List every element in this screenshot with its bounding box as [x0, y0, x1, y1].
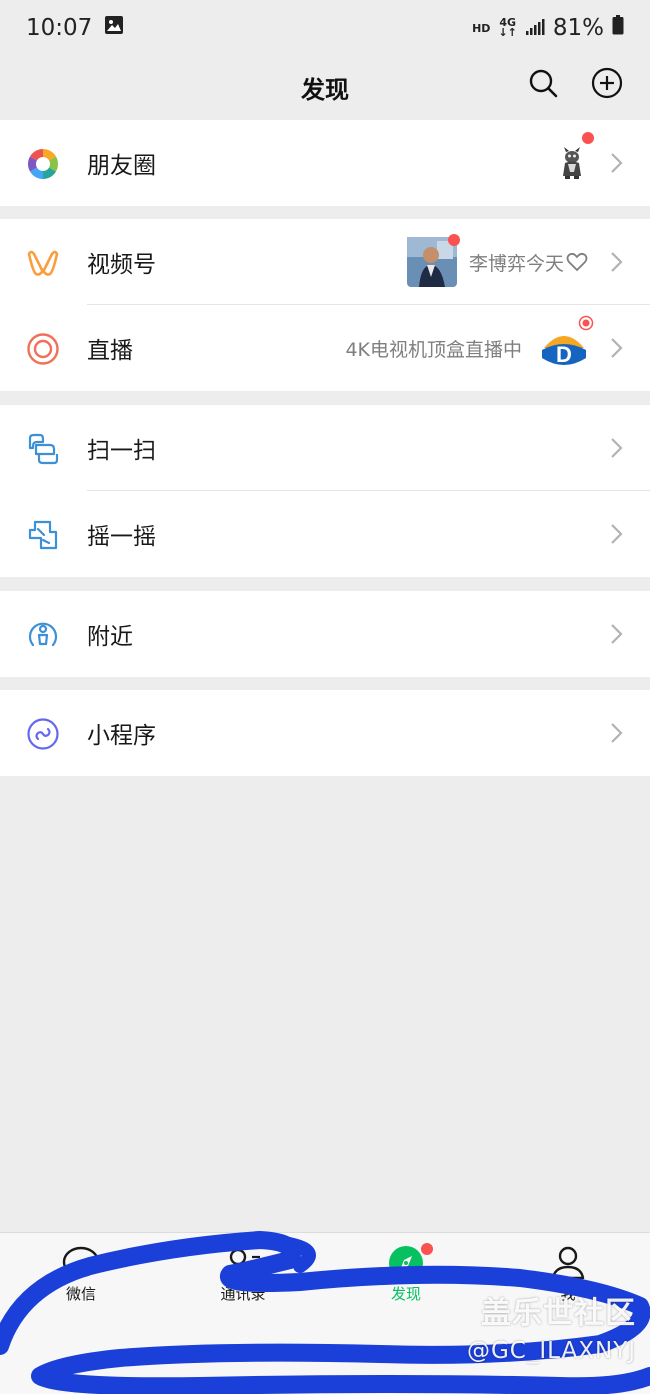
group-moments: 朋友圈: [0, 120, 650, 206]
person-icon: [551, 1246, 585, 1280]
live-subtitle: 4K电视机顶盒直播中: [345, 338, 522, 361]
scan-label: 扫一扫: [87, 438, 156, 464]
group-media: 视频号 李博弈今天 直播 4K电视机顶盒直播中 D: [0, 219, 650, 391]
chevron-right-icon: [611, 723, 623, 743]
watermark-title: 盖乐世社区: [481, 1296, 636, 1331]
tab-label: 微信: [65, 1285, 96, 1303]
group-nearby: 附近: [0, 591, 650, 677]
contacts-icon: [224, 1248, 260, 1278]
channels-subtitle: 李博弈今天: [468, 252, 564, 275]
live-indicator-icon: [578, 315, 594, 331]
menu-item-channels[interactable]: 视频号 李博弈今天: [0, 219, 650, 305]
plus-circle-icon: [591, 67, 623, 99]
search-button[interactable]: [526, 66, 560, 100]
moments-label: 朋友圈: [87, 153, 156, 179]
watermark-handle: @GC_ILAXNYJ: [466, 1338, 636, 1364]
tab-label: 发现: [390, 1285, 421, 1303]
menu-item-mini-programs[interactable]: 小程序: [0, 690, 650, 776]
mini-program-icon: [27, 718, 59, 750]
hd-indicator: HD: [472, 21, 491, 35]
gallery-icon: [104, 15, 124, 41]
nearby-label: 附近: [87, 624, 133, 650]
tab-contacts[interactable]: 通讯录: [183, 1245, 303, 1304]
live-icon: [27, 333, 59, 365]
moments-preview: [556, 146, 588, 180]
header-actions: [526, 66, 624, 100]
status-bar: 10:07 HD 4G ↓↑ 81%: [0, 0, 650, 56]
battery-icon: [612, 15, 624, 41]
channels-preview: 李博弈今天: [406, 237, 588, 287]
search-icon: [529, 69, 558, 98]
moments-badge: [582, 132, 594, 144]
watermark: 盖乐世社区 @GC_ILAXNYJ: [467, 1288, 636, 1364]
tab-label: 通讯录: [220, 1285, 266, 1303]
network-indicator: 4G ↓↑: [498, 16, 517, 39]
chevron-right-icon: [611, 153, 623, 173]
group-mini-programs: 小程序: [0, 690, 650, 776]
shake-icon: [28, 520, 58, 550]
network-type: 4G: [499, 16, 516, 29]
mini-programs-label: 小程序: [87, 723, 156, 749]
status-time: 10:07: [26, 15, 93, 41]
chevron-right-icon: [611, 338, 623, 358]
chevron-right-icon: [611, 624, 623, 644]
discover-tab-badge: [421, 1243, 433, 1255]
top-bar: 发现: [0, 56, 650, 118]
battery-percent: 81%: [552, 15, 604, 41]
menu-item-shake[interactable]: 摇一摇: [0, 491, 650, 577]
signal-icon: [525, 15, 545, 41]
live-label: 直播: [87, 338, 133, 364]
channels-label: 视频号: [87, 252, 156, 278]
shake-label: 摇一摇: [87, 524, 156, 550]
live-preview: 4K电视机顶盒直播中 D: [345, 324, 588, 372]
add-button[interactable]: [590, 66, 624, 100]
menu-item-scan[interactable]: 扫一扫: [0, 405, 650, 491]
menu-item-moments[interactable]: 朋友圈: [0, 120, 650, 206]
menu-item-live[interactable]: 直播 4K电视机顶盒直播中 D: [0, 305, 650, 391]
live-channel-logo: D: [541, 325, 587, 371]
tab-chats[interactable]: 微信: [21, 1245, 141, 1304]
nearby-icon: [28, 622, 58, 647]
channels-icon: [27, 250, 59, 276]
tab-discover[interactable]: 发现: [346, 1243, 466, 1304]
status-left: 10:07: [26, 15, 124, 41]
chevron-right-icon: [611, 524, 623, 544]
chevron-right-icon: [611, 252, 623, 272]
chat-bubble-icon: [62, 1246, 100, 1281]
moments-friend-avatar: [563, 147, 581, 179]
heart-outline-icon: [566, 252, 588, 272]
chevron-right-icon: [611, 438, 623, 458]
compass-icon: [389, 1246, 423, 1280]
scan-icon: [28, 433, 59, 465]
page-title: 发现: [301, 75, 349, 104]
svg-text:D: D: [556, 342, 572, 367]
channels-badge: [448, 234, 460, 246]
menu-item-nearby[interactable]: 附近: [0, 591, 650, 677]
group-tools: 扫一扫 摇一摇: [0, 405, 650, 577]
moments-icon: [27, 149, 59, 179]
status-right: HD 4G ↓↑ 81%: [472, 15, 624, 41]
